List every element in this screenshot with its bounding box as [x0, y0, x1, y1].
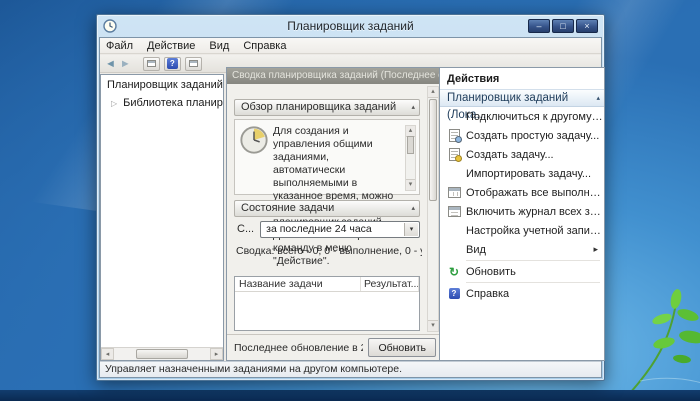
- menu-bar: Файл Действие Вид Справка: [100, 38, 601, 54]
- task-table-body: [235, 292, 419, 330]
- titlebar[interactable]: Планировщик заданий – □ ×: [97, 15, 604, 37]
- help-icon: ?: [167, 58, 178, 69]
- time-period-value: за последние 24 часа: [266, 223, 372, 235]
- actions-title: Действия: [440, 68, 604, 89]
- scheduler-clock-icon: [239, 125, 269, 155]
- task-status-title: Состояние задачи: [241, 201, 334, 216]
- scroll-down-icon[interactable]: ▾: [428, 320, 438, 331]
- close-button[interactable]: ×: [576, 19, 598, 33]
- maximize-button[interactable]: □: [552, 19, 574, 33]
- menu-action[interactable]: Действие: [147, 40, 195, 52]
- action-pane-toggle-button[interactable]: [185, 57, 202, 71]
- menu-help[interactable]: Справка: [243, 40, 286, 52]
- status-filter-row: С... за последние 24 часа ▾: [237, 220, 420, 238]
- last-refresh-text: Последнее обновление в 26.03.2018 13:55:…: [234, 342, 363, 354]
- running-tasks-icon: [448, 187, 461, 198]
- scrollbar-thumb[interactable]: [429, 99, 437, 201]
- action-import-task[interactable]: Импортировать задачу...: [440, 164, 604, 183]
- menu-view[interactable]: Вид: [209, 40, 229, 52]
- summary-footer: Последнее обновление в 26.03.2018 13:55:…: [227, 334, 440, 360]
- tree-root-label: Планировщик заданий (Лок: [107, 79, 223, 91]
- action-help[interactable]: ? Справка: [440, 284, 604, 303]
- overview-title: Обзор планировщика заданий: [241, 100, 396, 115]
- help-icon: ?: [449, 288, 460, 299]
- task-table: Название задачи Результат...: [234, 276, 420, 331]
- status-bar: Управляет назначенными заданиями на друг…: [100, 361, 601, 377]
- collapse-icon[interactable]: ▴: [411, 100, 419, 115]
- overview-scrollbar[interactable]: ▴ ▾: [405, 125, 416, 191]
- scrollbar-track[interactable]: [114, 348, 210, 360]
- chevron-down-icon[interactable]: ▾: [404, 223, 418, 236]
- console-tree-icon: [147, 60, 156, 67]
- task-table-header: Название задачи Результат...: [235, 277, 419, 292]
- help-button[interactable]: ?: [164, 57, 181, 71]
- basic-task-icon: [449, 129, 460, 142]
- status-filter-label: С...: [237, 223, 254, 235]
- scrollbar-thumb[interactable]: [407, 136, 414, 154]
- app-clock-icon: [103, 19, 117, 33]
- refresh-button[interactable]: Обновить: [368, 338, 436, 357]
- refresh-icon: ↻: [449, 266, 459, 278]
- task-log-icon: [448, 206, 461, 217]
- action-create-basic-task[interactable]: Создать простую задачу...: [440, 126, 604, 145]
- column-result[interactable]: Результат...: [361, 277, 419, 291]
- summary-pane-header: Сводка планировщика заданий (Последнее о…: [227, 68, 440, 84]
- collapse-icon[interactable]: ▴: [596, 90, 600, 106]
- new-task-icon: [449, 148, 460, 161]
- window-content: Файл Действие Вид Справка ◄ ► ?: [99, 37, 602, 378]
- overview-section-header[interactable]: Обзор планировщика заданий ▴: [234, 99, 420, 116]
- time-period-dropdown[interactable]: за последние 24 часа ▾: [260, 221, 420, 238]
- console-tree-toggle-button[interactable]: [143, 57, 160, 71]
- actions-group-label: Планировщик заданий (Лока...: [447, 90, 596, 106]
- menu-file[interactable]: Файл: [106, 40, 133, 52]
- actions-group-header[interactable]: Планировщик заданий (Лока... ▴: [440, 89, 604, 107]
- action-pane-icon: [189, 60, 198, 67]
- scroll-up-icon[interactable]: ▴: [428, 87, 438, 98]
- status-bar-text: Управляет назначенными заданиями на друг…: [105, 363, 402, 375]
- action-view-submenu[interactable]: Вид ▸: [440, 240, 604, 259]
- task-summary-text: Сводка: всего - 0, 0 - выполнение, 0 - у…: [236, 245, 422, 257]
- scroll-right-icon[interactable]: ▸: [210, 348, 223, 360]
- tree-item-library[interactable]: ▷ Библиотека планировщ: [101, 95, 223, 111]
- actions-pane: Действия Планировщик заданий (Лока... ▴ …: [439, 67, 605, 361]
- overview-box: Для создания и управления общими задания…: [234, 119, 420, 195]
- separator: [466, 260, 600, 261]
- back-icon[interactable]: ◄: [105, 56, 116, 72]
- action-service-account-config[interactable]: Настройка учетной записи служ...: [440, 221, 604, 240]
- forward-icon[interactable]: ►: [120, 56, 131, 72]
- main-area: Планировщик заданий (Лок ▷ Библиотека пл…: [100, 74, 601, 361]
- desktop-bottom-band: [0, 390, 700, 401]
- console-tree-pane: Планировщик заданий (Лок ▷ Библиотека пл…: [100, 74, 224, 361]
- submenu-arrow-icon: ▸: [593, 244, 604, 255]
- task-status-section-header[interactable]: Состояние задачи ▴: [234, 200, 420, 217]
- action-refresh[interactable]: ↻ Обновить: [440, 262, 604, 281]
- separator: [466, 282, 600, 283]
- summary-pane: Сводка планировщика заданий (Последнее о…: [226, 67, 441, 361]
- scrollbar-thumb[interactable]: [136, 349, 188, 359]
- tree-library-label: Библиотека планировщ: [123, 97, 223, 109]
- wallpaper-foliage: [610, 285, 700, 395]
- tree-root-task-scheduler[interactable]: Планировщик заданий (Лок: [101, 77, 223, 93]
- tree-horizontal-scrollbar[interactable]: ◂ ▸: [101, 347, 223, 360]
- tree-expand-icon[interactable]: ▷: [111, 99, 117, 108]
- scroll-left-icon[interactable]: ◂: [101, 348, 114, 360]
- action-display-running-tasks[interactable]: Отображать все выполняемые за...: [440, 183, 604, 202]
- minimize-button[interactable]: –: [528, 19, 550, 33]
- column-task-name[interactable]: Название задачи: [235, 277, 361, 291]
- summary-vertical-scrollbar[interactable]: ▴ ▾: [427, 86, 439, 332]
- desktop-background: Планировщик заданий – □ × Файл Действие …: [0, 0, 700, 401]
- summary-pane-body: Обзор планировщика заданий ▴: [227, 84, 440, 334]
- overview-text: Для создания и управления общими задания…: [273, 125, 405, 191]
- action-create-task[interactable]: Создать задачу...: [440, 145, 604, 164]
- action-enable-task-history[interactable]: Включить журнал всех заданий: [440, 202, 604, 221]
- scroll-down-icon[interactable]: ▾: [406, 179, 415, 190]
- task-scheduler-window: Планировщик заданий – □ × Файл Действие …: [96, 14, 605, 381]
- collapse-icon[interactable]: ▴: [411, 201, 419, 216]
